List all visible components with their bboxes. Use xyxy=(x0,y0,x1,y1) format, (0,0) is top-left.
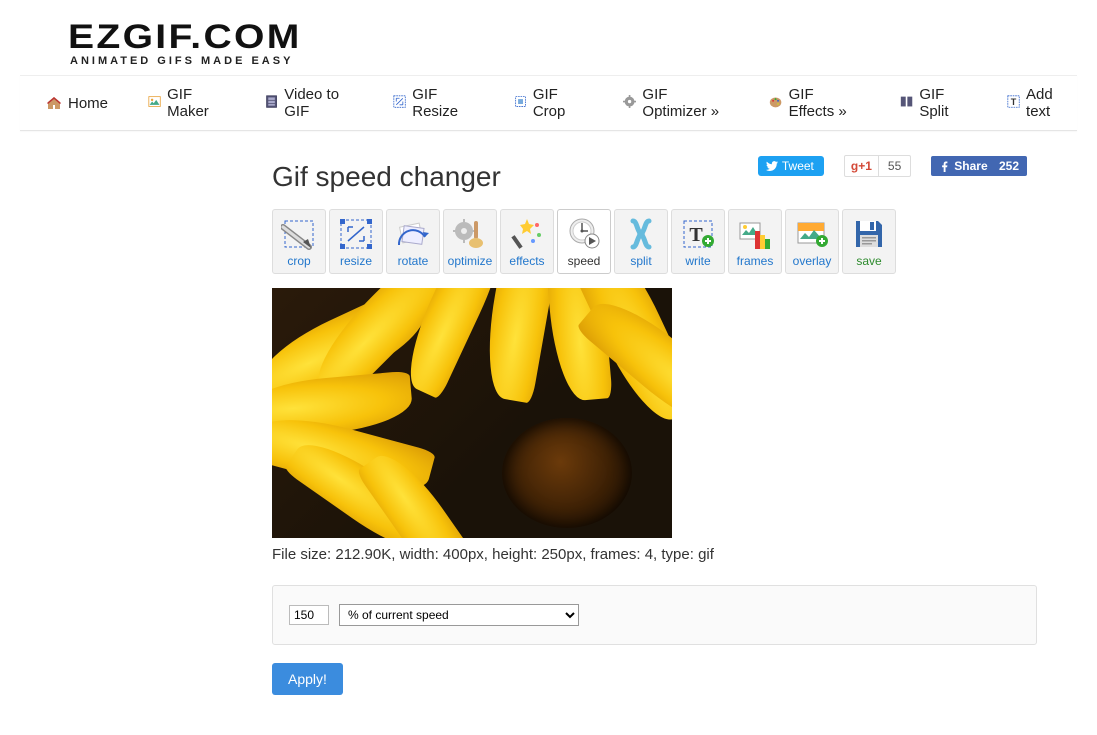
save-tool-icon xyxy=(850,216,888,252)
nav-home[interactable]: Home xyxy=(40,86,114,120)
optimize-tool-icon xyxy=(451,216,489,252)
crop-icon xyxy=(514,95,527,111)
rotate-tool-icon xyxy=(394,216,432,252)
tool-split[interactable]: split xyxy=(614,209,668,274)
tool-save[interactable]: save xyxy=(842,209,896,274)
write-tool-icon: T xyxy=(679,216,717,252)
tool-frames[interactable]: frames xyxy=(728,209,782,274)
nav-gif-crop[interactable]: GIF Crop xyxy=(508,86,590,120)
file-info: File size: 212.90K, width: 400px, height… xyxy=(272,546,1037,563)
speed-tool-icon xyxy=(565,216,603,252)
tool-crop[interactable]: crop xyxy=(272,209,326,274)
gplus-button[interactable]: g+155 xyxy=(844,155,911,177)
svg-text:T: T xyxy=(1011,97,1017,107)
fb-share-button[interactable]: Share 252 xyxy=(931,156,1027,176)
nav-gif-effects[interactable]: GIF Effects » xyxy=(763,86,866,120)
main-nav: Home GIF Maker Video to GIF GIF Resize G… xyxy=(20,75,1077,131)
nav-video-to-gif[interactable]: Video to GIF xyxy=(259,86,359,120)
tool-toolbar: crop resize rotate optimize effects spee… xyxy=(272,209,1037,274)
image-preview xyxy=(272,288,672,538)
header: EZGIF.COM ANIMATED GIFS MADE EASY xyxy=(0,0,1097,75)
tweet-button[interactable]: Tweet xyxy=(758,156,824,176)
overlay-tool-icon xyxy=(793,216,831,252)
split-tool-icon xyxy=(622,216,660,252)
nav-add-text[interactable]: TAdd text xyxy=(1001,86,1077,120)
palette-icon xyxy=(769,95,782,111)
tool-overlay[interactable]: overlay xyxy=(785,209,839,274)
tool-effects[interactable]: effects xyxy=(500,209,554,274)
text-icon: T xyxy=(1007,95,1020,111)
gear-icon xyxy=(623,95,636,111)
speed-form: % of current speed xyxy=(272,585,1037,645)
logo[interactable]: EZGIF.COM xyxy=(68,18,1097,57)
nav-gif-maker[interactable]: GIF Maker xyxy=(142,86,231,120)
tool-optimize[interactable]: optimize xyxy=(443,209,497,274)
nav-gif-split[interactable]: GIF Split xyxy=(894,86,973,120)
image-icon xyxy=(148,95,161,111)
film-icon xyxy=(265,95,278,111)
tool-rotate[interactable]: rotate xyxy=(386,209,440,274)
apply-button[interactable]: Apply! xyxy=(272,663,343,695)
frames-tool-icon xyxy=(736,216,774,252)
social-buttons: Tweet g+155 Share 252 xyxy=(758,155,1027,177)
resize-icon xyxy=(393,95,406,111)
effects-tool-icon xyxy=(508,216,546,252)
nav-gif-resize[interactable]: GIF Resize xyxy=(387,86,480,120)
nav-gif-optimizer[interactable]: GIF Optimizer » xyxy=(617,86,735,120)
tool-write[interactable]: Twrite xyxy=(671,209,725,274)
svg-text:T: T xyxy=(689,224,703,246)
speed-unit-select[interactable]: % of current speed xyxy=(339,604,579,626)
speed-value-input[interactable] xyxy=(289,605,329,625)
tool-resize[interactable]: resize xyxy=(329,209,383,274)
split-icon xyxy=(900,95,913,111)
resize-tool-icon xyxy=(337,216,375,252)
tool-speed[interactable]: speed xyxy=(557,209,611,274)
home-icon xyxy=(46,95,62,111)
crop-tool-icon xyxy=(280,216,318,252)
